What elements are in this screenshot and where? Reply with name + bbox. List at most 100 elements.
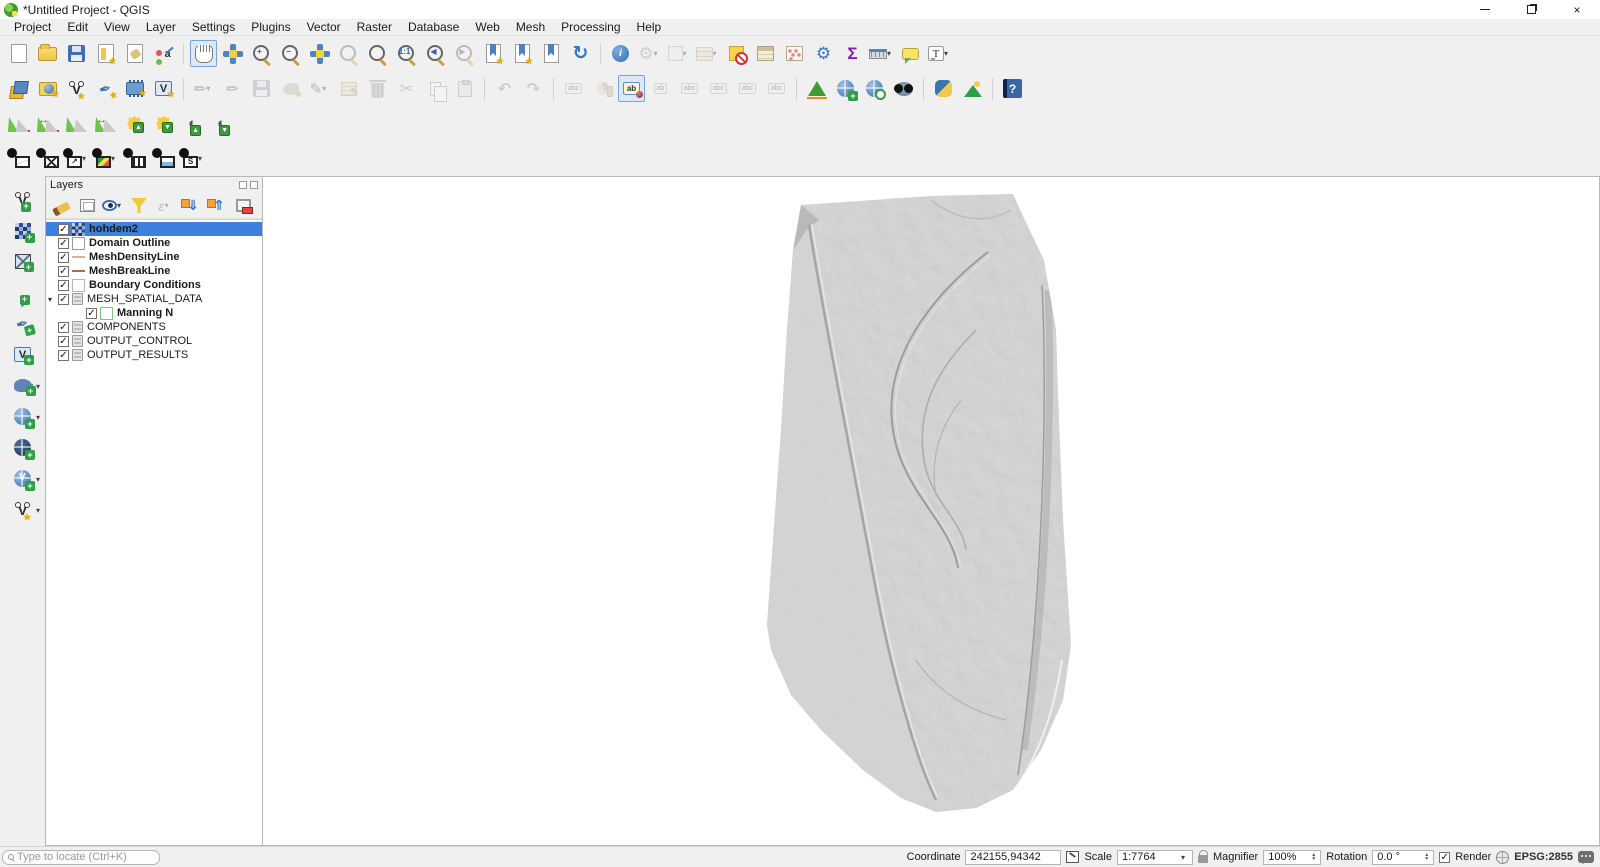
python-console-button[interactable] (930, 75, 957, 102)
pan-to-selection-button[interactable] (219, 40, 246, 67)
menu-edit[interactable]: Edit (59, 19, 96, 35)
vertex-tool-dropdown-icon[interactable]: ▾ (322, 84, 329, 93)
map-tips-button[interactable] (897, 40, 924, 67)
messages-icon[interactable] (1578, 851, 1594, 863)
scale-combo[interactable]: 1:7764 ▾ (1117, 850, 1193, 865)
new-print-layout-button[interactable]: ★ (92, 40, 119, 67)
add-raster-layer-button[interactable]: + (9, 217, 36, 244)
menu-vector[interactable]: Vector (299, 19, 349, 35)
mesh-water-level-tool-button[interactable] (150, 145, 177, 172)
metasearch-catalog-button[interactable]: + (832, 75, 859, 102)
rotation-spinner[interactable]: 0.0 ° ▲▼ (1372, 850, 1434, 865)
zoom-native-resolution-button[interactable]: 1:1 (393, 40, 420, 67)
local-cumulative-cut-stretch-button[interactable] (63, 110, 90, 137)
add-wcs-layer-button[interactable]: + (9, 434, 36, 461)
delete-selected-button[interactable] (364, 75, 391, 102)
current-edits-button[interactable]: ✏▾ (190, 75, 217, 102)
add-wms-layer-dropdown-icon[interactable]: ▾ (36, 413, 43, 422)
select-features-by-value-dropdown-icon[interactable]: ▾ (713, 49, 720, 58)
pin-labels-button[interactable]: ab (618, 75, 645, 102)
add-postgis-layer-button[interactable]: +▾ (9, 372, 36, 399)
menu-web[interactable]: Web (467, 19, 507, 35)
statistical-summary-button[interactable]: Σ (839, 40, 866, 67)
rotate-label-button[interactable]: abc (734, 75, 761, 102)
full-cumulative-cut-stretch-button[interactable]: ↔ (92, 110, 119, 137)
layer-row-hohdem2[interactable]: ✓hohdem2 (46, 222, 262, 236)
processing-toolbox-button[interactable]: ⚙ (810, 40, 837, 67)
add-wfs-layer-button[interactable]: +▾ (9, 465, 36, 492)
layer-row-components[interactable]: ✓COMPONENTS (46, 320, 262, 334)
crs-status[interactable]: EPSG:2855 (1514, 851, 1573, 863)
layer-visibility-checkbox[interactable]: ✓ (58, 322, 69, 333)
new-project-button[interactable] (5, 40, 32, 67)
manage-map-themes-dropdown-icon[interactable]: ▾ (117, 201, 124, 210)
layer-diagram-options-button[interactable] (589, 75, 616, 102)
filter-legend-button[interactable] (127, 195, 151, 217)
layer-labeling-options-button[interactable]: abc (560, 75, 587, 102)
new-shapefile-layer-button[interactable]: V★ (63, 75, 90, 102)
filter-legend-by-expression-button[interactable]: ε▾ (153, 195, 177, 217)
measure-line-dropdown-icon[interactable]: ▾ (887, 49, 894, 58)
coordinate-input[interactable]: 242155,94342 (965, 850, 1061, 865)
add-group-button[interactable] (75, 195, 99, 217)
show-hide-labels-button[interactable]: abc (676, 75, 703, 102)
layer-row-meshbreakline[interactable]: ✓MeshBreakLine (46, 264, 262, 278)
zoom-full-button[interactable] (306, 40, 333, 67)
new-temporary-scratch-layer-button[interactable]: ★ (121, 75, 148, 102)
menu-raster[interactable]: Raster (349, 19, 400, 35)
cut-features-button[interactable]: ✂ (393, 75, 420, 102)
open-data-source-manager-button[interactable] (5, 75, 32, 102)
search-geodata-button[interactable] (861, 75, 888, 102)
layer-row-domain-outline[interactable]: ✓Domain Outline (46, 236, 262, 250)
map-canvas[interactable] (263, 176, 1600, 846)
open-attribute-table-button[interactable] (752, 40, 779, 67)
mesh-export-tool-button[interactable]: ↗▾ (63, 145, 90, 172)
layer-row-output-results[interactable]: ✓OUTPUT_RESULTS (46, 348, 262, 362)
layer-visibility-checkbox[interactable]: ✓ (58, 224, 69, 235)
magnifier-spin-arrows[interactable]: ▲▼ (1311, 853, 1316, 861)
save-project-button[interactable] (63, 40, 90, 67)
increase-contrast-button[interactable]: ◐▲ (179, 110, 206, 137)
change-label-button[interactable]: abc (763, 75, 790, 102)
panel-close-icon[interactable] (250, 181, 258, 189)
add-spatialite-layer-button[interactable]: ✒+ (9, 310, 36, 337)
filter-legend-by-expression-dropdown-icon[interactable]: ▾ (165, 201, 172, 210)
mesh-load-tool-button[interactable] (5, 145, 32, 172)
local-histogram-stretch-button[interactable] (5, 110, 32, 137)
rotation-spin-arrows[interactable]: ▲▼ (1424, 853, 1429, 861)
mesh-settings-tool-button[interactable]: S▾ (179, 145, 206, 172)
render-checkbox[interactable]: ✓ (1439, 852, 1450, 863)
layer-row-manning-n[interactable]: ✓Manning N (46, 306, 262, 320)
grass-tools-button[interactable] (803, 75, 830, 102)
full-histogram-stretch-button[interactable]: ↔ (34, 110, 61, 137)
menu-help[interactable]: Help (629, 19, 670, 35)
unpin-labels-button[interactable]: ab (647, 75, 674, 102)
pan-map-button[interactable] (190, 40, 217, 67)
layer-visibility-checkbox[interactable]: ✓ (58, 238, 69, 249)
layer-visibility-checkbox[interactable]: ✓ (86, 308, 97, 319)
add-wms-layer-button[interactable]: +▾ (9, 403, 36, 430)
help-button[interactable]: ? (999, 75, 1026, 102)
open-field-calculator-button[interactable] (781, 40, 808, 67)
expander-icon[interactable]: ▾ (48, 295, 58, 304)
layer-visibility-checkbox[interactable]: ✓ (58, 252, 69, 263)
panel-float-icon[interactable] (239, 181, 247, 189)
zoom-next-button[interactable]: ▶ (451, 40, 478, 67)
new-spatial-bookmark-button[interactable]: ★ (480, 40, 507, 67)
select-features-by-value-button[interactable]: ▾ (694, 40, 721, 67)
zoom-in-button[interactable]: + (248, 40, 275, 67)
layer-visibility-checkbox[interactable]: ✓ (58, 336, 69, 347)
new-vector-layer-button[interactable]: V★▾ (9, 496, 36, 523)
zoom-out-button[interactable]: − (277, 40, 304, 67)
open-project-button[interactable] (34, 40, 61, 67)
layer-visibility-checkbox[interactable]: ✓ (58, 294, 69, 305)
text-annotation-button[interactable]: T▾ (926, 40, 953, 67)
new-geopackage-layer-button[interactable]: ★ (34, 75, 61, 102)
layer-row-boundary-conditions[interactable]: ✓Boundary Conditions (46, 278, 262, 292)
minimize-button[interactable] (1462, 0, 1508, 19)
redo-button[interactable]: ↷ (520, 75, 547, 102)
decrease-contrast-button[interactable]: ◐▼ (208, 110, 235, 137)
select-features-button[interactable]: ▾ (665, 40, 692, 67)
layer-row-mesh-spatial-data[interactable]: ▾✓MESH_SPATIAL_DATA (46, 292, 262, 306)
locate-input[interactable]: Type to locate (Ctrl+K) (2, 850, 160, 865)
